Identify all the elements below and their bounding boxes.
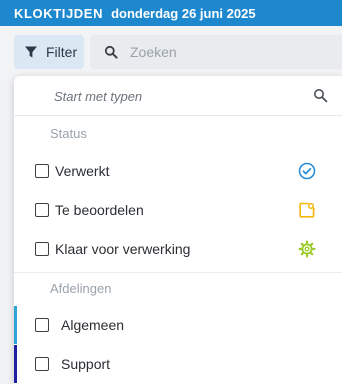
department-color-stripe	[14, 345, 17, 383]
funnel-icon	[24, 45, 38, 59]
filter-dropdown: Status Verwerkt Te beoordelen Klaar voor…	[14, 76, 342, 384]
search-input[interactable]	[130, 44, 330, 60]
department-option-support[interactable]: Support	[14, 345, 342, 383]
check-circle-icon	[298, 162, 316, 180]
option-label: Support	[61, 356, 111, 372]
filter-button-label: Filter	[46, 44, 78, 60]
department-color-stripe	[14, 306, 17, 344]
option-label: Algemeen	[61, 317, 125, 333]
section-header-status: Status	[50, 126, 87, 141]
app-title: KLOKTIJDEN	[14, 5, 104, 21]
checkbox[interactable]	[35, 164, 49, 178]
checkbox[interactable]	[35, 357, 49, 371]
section-divider	[14, 272, 342, 273]
status-option-te-beoordelen[interactable]: Te beoordelen	[14, 191, 342, 229]
option-label: Verwerkt	[55, 163, 110, 179]
checkbox[interactable]	[35, 318, 49, 332]
option-label: Te beoordelen	[55, 202, 144, 218]
checkbox[interactable]	[35, 242, 49, 256]
search-icon[interactable]	[313, 88, 328, 103]
dropdown-search	[14, 76, 342, 116]
department-option-algemeen[interactable]: Algemeen	[14, 306, 342, 344]
gear-icon	[298, 240, 316, 258]
status-option-verwerkt[interactable]: Verwerkt	[14, 152, 342, 190]
dropdown-search-input[interactable]	[54, 86, 294, 106]
toolbar: Filter	[0, 26, 342, 76]
review-note-icon	[298, 201, 316, 219]
section-header-afdelingen: Afdelingen	[50, 281, 112, 296]
top-bar: KLOKTIJDEN donderdag 26 juni 2025	[0, 0, 342, 26]
filter-button[interactable]: Filter	[14, 35, 84, 69]
search-box[interactable]	[90, 35, 342, 69]
current-date: donderdag 26 juni 2025	[111, 5, 256, 21]
status-option-klaar-voor-verwerking[interactable]: Klaar voor verwerking	[14, 230, 342, 268]
search-icon	[104, 45, 118, 59]
option-label: Klaar voor verwerking	[55, 241, 191, 257]
checkbox[interactable]	[35, 203, 49, 217]
